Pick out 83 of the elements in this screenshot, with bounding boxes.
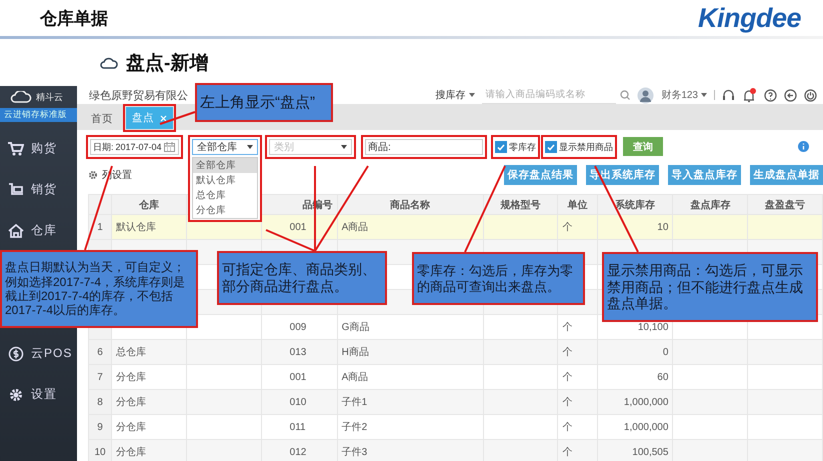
table-row[interactable]: 1 默认仓库 001 A商品 个 10: [88, 214, 822, 240]
table-row[interactable]: 8 分仓库 010 子件1 个 1,000,000: [88, 390, 822, 414]
table-cell: 60: [657, 372, 668, 382]
dropdown-option[interactable]: 总仓库: [193, 188, 257, 202]
column-header: 仓库: [139, 200, 160, 210]
table-cell: 个: [562, 422, 572, 433]
warehouse-select[interactable]: 全部仓库: [192, 138, 258, 154]
table-cell: 8: [97, 396, 103, 408]
table-cell: 子件3: [342, 447, 368, 458]
column-header: 系统库存: [614, 200, 655, 210]
date-field[interactable]: 日期: 2017-07-04: [90, 139, 179, 155]
table-cell: 分仓库: [116, 397, 146, 408]
table-cell: 默认仓库: [116, 222, 156, 233]
sidebar-item[interactable]: 云POS: [0, 333, 77, 374]
brand-name: 精斗云: [36, 90, 63, 104]
table-cell: 6: [97, 346, 103, 358]
sidebar-item[interactable]: 购货: [0, 128, 77, 169]
column-header: 盘点库存: [690, 200, 730, 210]
tab[interactable]: 首页: [85, 108, 119, 130]
company-name: 绿色原野贸易有限公: [89, 88, 188, 102]
table-cell: 10: [657, 222, 668, 232]
table-cell: 7: [97, 372, 103, 382]
checkbox-label: 零库存: [509, 140, 536, 154]
table-cell: A商品: [342, 222, 368, 233]
table-cell: 分仓库: [116, 422, 146, 433]
table-cell: 个: [562, 322, 572, 333]
table-cell: 100,505: [632, 446, 668, 458]
table-cell: 子件1: [342, 397, 368, 408]
table-cell: A商品: [342, 372, 368, 383]
column-header: 商品名称: [390, 200, 430, 210]
table-row[interactable]: 6 总仓库 013 H商品 个 0: [88, 340, 822, 364]
table-cell: 010: [290, 396, 306, 408]
table-cell: 子件2: [342, 422, 368, 433]
date-label: 日期:: [93, 140, 114, 154]
callout-tooltip: 零库存：勾选后，库存为零的商品可查询出来盘点。: [412, 252, 585, 305]
table-cell: 个: [562, 347, 572, 358]
table-cell: 10,100: [638, 322, 668, 332]
search-scope-dropdown[interactable]: 搜库存: [435, 88, 476, 102]
product-label: 商品:: [368, 140, 391, 154]
table-cell: 012: [290, 446, 306, 458]
table-row[interactable]: 10 分仓库 012 子件3 个 100,505: [88, 440, 822, 461]
table-cell: 10: [94, 446, 106, 458]
logo: Kingdee: [698, 2, 801, 34]
sidebar-item[interactable]: 销货: [0, 169, 77, 210]
table-cell: 个: [562, 222, 572, 233]
table-cell: 1,000,000: [624, 396, 668, 408]
column-header: 规格型号: [500, 200, 541, 210]
table-cell: 0: [662, 346, 668, 358]
table-cell: 个: [562, 372, 572, 383]
page-title: 盘点-新增: [126, 52, 208, 76]
table-cell: 001: [290, 372, 306, 382]
user-menu[interactable]: 财务123: [661, 88, 707, 102]
table-cell: 013: [290, 346, 306, 358]
edition-label: 云进销存标准版: [0, 108, 77, 122]
table-cell: 分仓库: [116, 372, 146, 383]
table-cell: 001: [290, 222, 306, 232]
sidebar-item[interactable]: 设置: [0, 374, 77, 415]
callout-tooltip: 可指定仓库、商品类别、部分商品进行盘点。: [217, 251, 387, 305]
table-cell: 9: [97, 422, 103, 432]
date-value: 2017-07-04: [116, 142, 162, 152]
callout-tooltip: 盘点日期默认为当天，可自定义；例如选择2017-7-4，系统库存则是截止到2017-7-4的库存，不包括2017-7-4以后的库存。: [0, 250, 198, 328]
dropdown-option[interactable]: 默认仓库: [193, 172, 257, 188]
table-cell: 009: [290, 322, 306, 332]
table-cell: 个: [562, 397, 572, 408]
slide-title: 仓库单据: [40, 8, 108, 30]
table-cell: 1: [97, 222, 103, 232]
dropdown-option[interactable]: 全部仓库: [193, 158, 257, 172]
callout-tooltip: 显示禁用商品：勾选后，可显示禁用商品；但不能进行盘点生成盘点单据。: [602, 252, 818, 322]
column-header: 盘盈盘亏: [765, 200, 806, 210]
column-header: 单位: [567, 200, 588, 210]
table-cell: H商品: [342, 347, 369, 358]
checkbox-label: 显示禁用商品: [559, 140, 613, 154]
product-field[interactable]: 商品:: [365, 139, 483, 155]
table-cell: G商品: [342, 322, 370, 333]
table-cell: 1,000,000: [624, 422, 668, 432]
dropdown-option[interactable]: 分仓库: [193, 202, 257, 218]
search-field[interactable]: 请输入商品编码或名称: [482, 86, 616, 104]
table-cell: 总仓库: [116, 347, 146, 358]
table-cell: 分仓库: [116, 447, 146, 458]
table-cell: 个: [562, 447, 572, 458]
callout-tooltip: 左上角显示“盘点”: [195, 83, 333, 122]
sidebar-item[interactable]: 仓库: [0, 210, 77, 251]
table-cell: 011: [290, 422, 306, 432]
